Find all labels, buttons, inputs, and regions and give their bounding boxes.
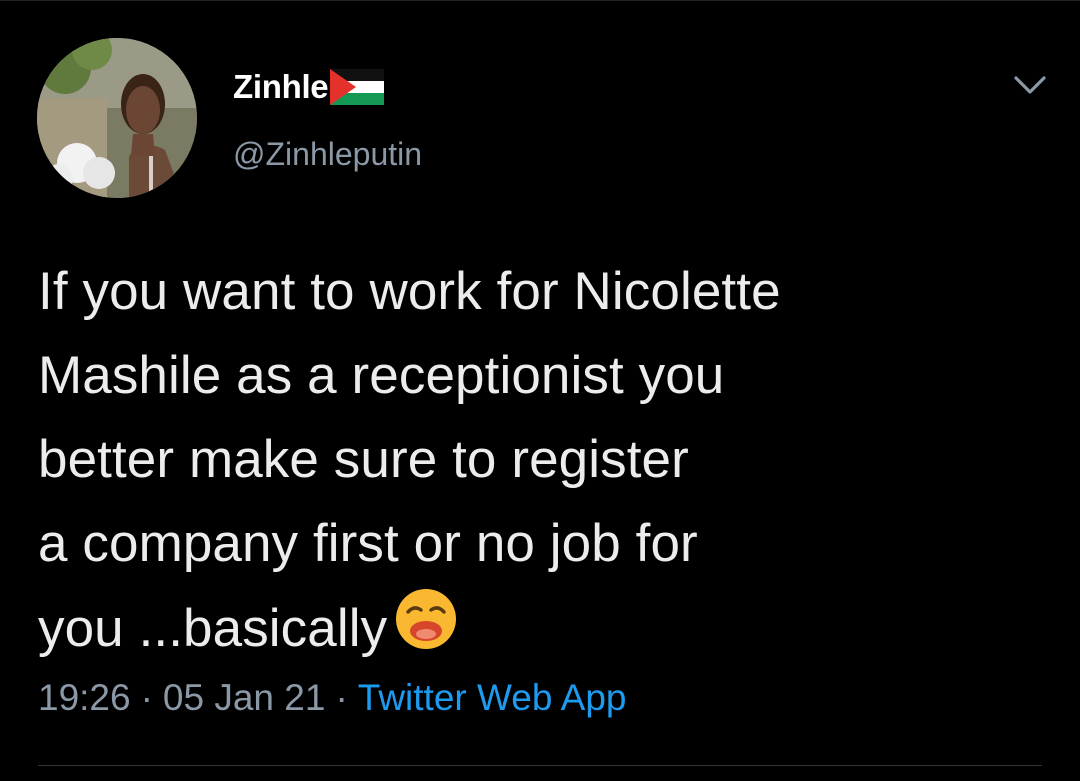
tweet-text: If you want to work for Nicolette Mashil… bbox=[38, 250, 1038, 677]
display-name[interactable]: Zinhle bbox=[233, 68, 329, 106]
tweet-date[interactable]: 05 Jan 21 bbox=[163, 677, 326, 718]
bottom-divider bbox=[38, 765, 1042, 766]
tweet-text-line: a company first or no job for bbox=[38, 514, 698, 573]
meta-separator: · bbox=[140, 677, 153, 718]
tweet-text-line: If you want to work for Nicolette bbox=[38, 262, 781, 321]
tweet-source-link[interactable]: Twitter Web App bbox=[358, 677, 627, 718]
chevron-down-icon[interactable] bbox=[1010, 70, 1050, 100]
avatar[interactable] bbox=[37, 38, 197, 198]
author-handle[interactable]: @Zinhleputin bbox=[233, 136, 422, 173]
tweet-text-line: Mashile as a receptionist you bbox=[38, 346, 725, 405]
tweet-time[interactable]: 19:26 bbox=[38, 677, 131, 718]
tweet-text-line-last: you ...basically bbox=[38, 586, 1038, 677]
top-divider bbox=[0, 0, 1080, 1]
palestine-flag-icon bbox=[330, 68, 385, 110]
tweet-text-line: better make sure to register bbox=[38, 430, 689, 489]
author-name-row[interactable]: Zinhle bbox=[233, 62, 385, 112]
meta-separator: · bbox=[335, 677, 348, 718]
tweet-text-line: you ...basically bbox=[38, 599, 388, 658]
anguished-face-icon bbox=[393, 586, 459, 677]
tweet-meta: 19:26 · 05 Jan 21 · Twitter Web App bbox=[38, 677, 627, 719]
